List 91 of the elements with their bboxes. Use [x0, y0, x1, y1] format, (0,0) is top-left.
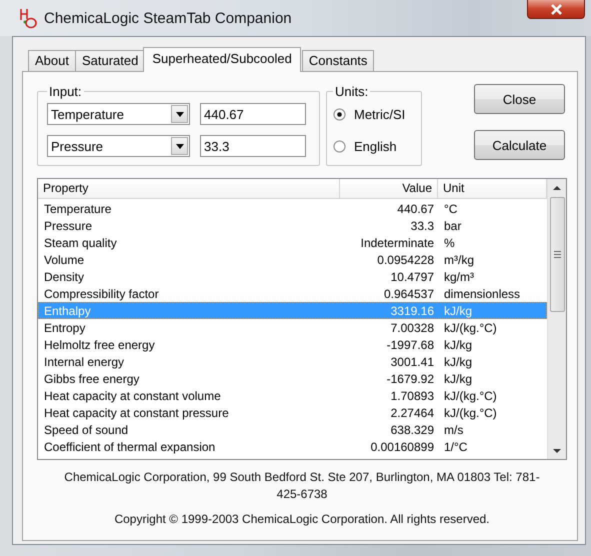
unit-cell-text: kJ/kg [443, 354, 474, 371]
property-cell-text: Coefficient of thermal expansion [43, 439, 216, 456]
property-cell-text: Density [43, 269, 86, 286]
property-cell-text: Pressure [43, 218, 94, 235]
value-cell-text: 1.70893 [390, 388, 435, 405]
tab[interactable]: Saturated [74, 50, 146, 71]
grip-icon [554, 251, 560, 258]
property-cell-text: Helmoltz free energy [43, 337, 156, 354]
value-cell-text: 0.964537 [382, 286, 435, 303]
column-header[interactable]: Unit [438, 179, 547, 198]
value-cell-text: 3319.16 [390, 303, 435, 320]
unit-cell-text: m³/kg [443, 252, 475, 269]
unit-cell-text: bar [443, 218, 462, 235]
property-cell-text: Internal energy [43, 354, 126, 371]
table-row[interactable]: Heat capacity at constant volume 1.70893 kJ/(kg.°C) [38, 387, 547, 404]
tab[interactable]: Constants [302, 50, 374, 71]
unit-cell-text: kJ/kg [443, 337, 474, 354]
unit-cell-text: kJ/(kg.°C) [443, 405, 498, 422]
property-cell-text: Heat capacity at constant volume [43, 388, 222, 405]
table-row[interactable]: Speed of sound 638.329 m/s [38, 421, 547, 438]
unit-cell-text: kJ/(kg.°C) [443, 320, 498, 337]
unit-cell-text: kJ/(kg.°C) [443, 388, 498, 405]
table-row[interactable]: Internal energy 3001.41 kJ/kg [38, 353, 547, 370]
app-icon [18, 7, 38, 29]
value-cell-text: 33.3 [410, 218, 435, 235]
radio-label: Metric/SI [354, 106, 406, 122]
scrollbar[interactable] [547, 179, 566, 459]
unit-cell-text: kJ/kg [443, 371, 474, 388]
close-button[interactable]: Close [474, 84, 565, 114]
value-cell-text: 10.4797 [390, 269, 435, 286]
table-row[interactable]: Steam quality Indeterminate % [38, 234, 547, 251]
property-cell-text: Gibbs free energy [43, 371, 140, 388]
value-cell-text: 0.0954228 [376, 252, 435, 269]
unit-cell-text: kJ/kg [443, 303, 474, 320]
table-row[interactable]: Heat capacity at constant pressure 2.27464 kJ/(kg.°C) [38, 404, 547, 421]
group-label: Units: [334, 84, 370, 99]
table-row[interactable]: Gibbs free energy -1679.92 kJ/kg [38, 370, 547, 387]
table-row[interactable]: Pressure 33.3 bar [38, 217, 547, 234]
column-header[interactable]: Property [38, 179, 340, 198]
value-cell-text: 638.329 [390, 422, 435, 439]
table-row[interactable]: Coefficient of thermal expansion 0.00160899 1/°C [38, 438, 547, 455]
property-cell-text: Temperature [43, 201, 112, 218]
table-row[interactable]: Density 10.4797 kg/m³ [38, 268, 547, 285]
property-dropdown[interactable]: Pressure [47, 135, 190, 157]
value-cell-text: 3001.41 [390, 354, 435, 371]
value-cell-text: -1679.92 [386, 371, 435, 388]
company-address: ChemicaLogic Corporation, 99 South Bedford St. Ste 207, Burlington, MA 01803 Tel: 781-425-6738 [63, 469, 541, 503]
radio-label: English [354, 138, 397, 154]
property-cell-text: Enthalpy [43, 303, 92, 320]
unit-cell-text: dimensionless [443, 286, 522, 303]
property-cell-text: Entropy [43, 320, 86, 337]
close-window-button[interactable] [527, 0, 585, 19]
dropdown-arrow-icon [176, 112, 184, 116]
value-cell-text: 0.00160899 [370, 439, 435, 456]
radio-button[interactable] [333, 108, 346, 120]
property-dropdown[interactable]: Temperature [47, 103, 190, 125]
tab[interactable]: Superheated/Subcooled [143, 47, 301, 72]
unit-cell-text: 1/°C [443, 439, 468, 456]
property-cell-text: Volume [43, 252, 86, 269]
value-field[interactable]: 440.67 [200, 103, 306, 125]
table-row[interactable]: Compressibility factor 0.964537 dimensionless [38, 285, 547, 302]
calculate-button[interactable]: Calculate [474, 130, 565, 160]
value-cell-text: 2.27464 [390, 405, 435, 422]
unit-cell-text: °C [443, 201, 458, 218]
property-cell-text: Heat capacity at constant pressure [43, 405, 230, 422]
unit-cell-text: kg/m³ [443, 269, 475, 286]
value-field[interactable]: 33.3 [200, 135, 306, 157]
value-cell-text: Indeterminate [360, 235, 435, 252]
scroll-thumb[interactable] [550, 197, 564, 312]
property-cell-text: Compressibility factor [43, 286, 160, 303]
unit-cell-text: % [443, 235, 456, 252]
property-cell-text: Speed of sound [43, 422, 130, 439]
table-row[interactable]: Entropy 7.00328 kJ/(kg.°C) [38, 319, 547, 336]
value-cell-text: -1997.68 [386, 337, 435, 354]
dropdown-arrow-icon [176, 144, 184, 148]
radio-button[interactable] [333, 140, 346, 152]
window-title: ChemicaLogic SteamTab Companion [44, 10, 292, 26]
value-cell-text: 7.00328 [390, 320, 435, 337]
close-icon [550, 4, 562, 14]
unit-cell-text: m/s [443, 422, 464, 439]
table-row[interactable]: Helmoltz free energy -1997.68 kJ/kg [38, 336, 547, 353]
value-cell-text: 440.67 [396, 201, 435, 218]
tab[interactable]: About [28, 50, 76, 71]
scroll-down-icon[interactable] [553, 448, 561, 452]
table-row[interactable]: Temperature 440.67 °C [38, 200, 547, 217]
column-header[interactable]: Value [340, 179, 438, 198]
group-label: Input: [48, 84, 83, 99]
scroll-up-icon[interactable] [553, 186, 561, 190]
table-row[interactable]: Volume 0.0954228 m³/kg [38, 251, 547, 268]
property-cell-text: Steam quality [43, 235, 118, 252]
copyright-notice: Copyright © 1999-2003 ChemicaLogic Corporation. All rights reserved. [113, 512, 491, 526]
